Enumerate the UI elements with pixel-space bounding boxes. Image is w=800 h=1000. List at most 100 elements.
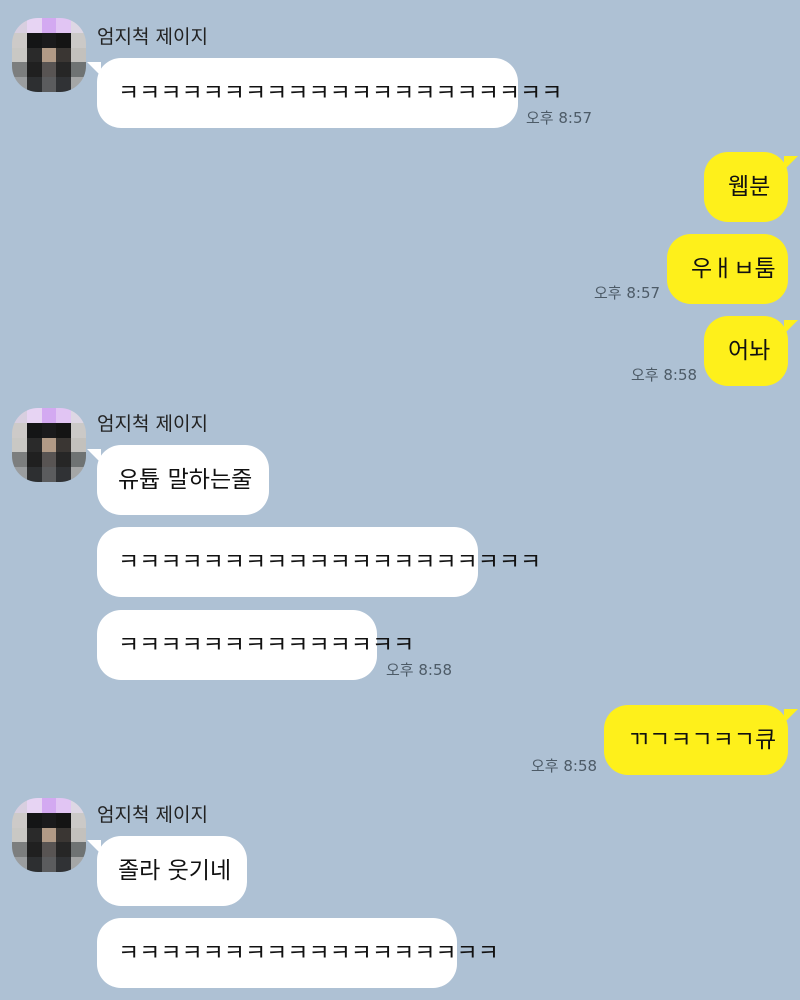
avatar-mosaic-tile (41, 18, 57, 33)
avatar-mosaic-tile (12, 857, 27, 872)
avatar-mosaic-tile (56, 18, 72, 33)
bubble-tail (87, 62, 101, 76)
contact-avatar[interactable] (12, 408, 86, 482)
avatar-mosaic-tile (56, 437, 72, 453)
message-timestamp: 오후 8:58 (531, 757, 598, 775)
avatar-mosaic-tile (71, 422, 86, 438)
avatar-mosaic-tile (41, 857, 57, 872)
avatar-mosaic-tile (56, 812, 72, 828)
avatar-mosaic-tile (71, 47, 86, 63)
avatar-mosaic-tile (56, 842, 72, 858)
message-bubble-received[interactable]: 졸라 웃기네 (87, 836, 247, 906)
avatar-mosaic-tile (71, 857, 86, 872)
message-text: ㅋㅋㅋㅋㅋㅋㅋㅋㅋㅋㅋㅋㅋㅋㅋㅋㅋㅋㅋㅋㅋ (118, 79, 563, 106)
avatar-mosaic-tile (12, 18, 27, 33)
avatar-mosaic-tile (26, 857, 42, 872)
avatar-mosaic-tile (26, 452, 42, 468)
avatar-mosaic-tile (12, 798, 27, 813)
avatar-mosaic-tile (41, 32, 57, 48)
avatar-mosaic-tile (56, 467, 72, 482)
avatar-mosaic-tile (56, 422, 72, 438)
message-text: ㄲㄱㅋㄱㅋㄱ큐 (628, 726, 777, 753)
avatar-mosaic-tile (41, 408, 57, 423)
avatar-mosaic-tile (26, 842, 42, 858)
avatar-mosaic-tile (41, 798, 57, 813)
message-bubble-received[interactable]: ㅋㅋㅋㅋㅋㅋㅋㅋㅋㅋㅋㅋㅋㅋㅋㅋㅋㅋ (97, 918, 499, 988)
avatar-mosaic-tile (12, 422, 27, 438)
message-text: 웹분 (728, 173, 771, 200)
avatar-mosaic-tile (71, 437, 86, 453)
avatar-mosaic-tile (41, 827, 57, 843)
contact-avatar[interactable] (12, 798, 86, 872)
avatar-mosaic-tile (56, 62, 72, 78)
message-text: ㅋㅋㅋㅋㅋㅋㅋㅋㅋㅋㅋㅋㅋㅋ (118, 631, 415, 658)
avatar-mosaic-tile (12, 812, 27, 828)
avatar-mosaic-tile (56, 77, 72, 92)
avatar-mosaic-tile (12, 47, 27, 63)
avatar-mosaic-tile (26, 18, 42, 33)
avatar-mosaic-tile (56, 857, 72, 872)
avatar-mosaic-tile (26, 827, 42, 843)
message-timestamp: 오후 8:58 (631, 366, 698, 384)
avatar-mosaic-tile (56, 32, 72, 48)
avatar-mosaic-tile (12, 467, 27, 482)
avatar-mosaic-tile (26, 408, 42, 423)
avatar-mosaic-tile (12, 842, 27, 858)
avatar-mosaic-tile (26, 798, 42, 813)
message-bubble-sent[interactable]: ㄲㄱㅋㄱㅋㄱ큐 (604, 705, 798, 775)
message-timestamp: 오후 8:57 (594, 284, 661, 302)
avatar-mosaic-tile (71, 798, 86, 813)
avatar-mosaic-tile (56, 47, 72, 63)
avatar-mosaic-tile (12, 408, 27, 423)
message-text: 유튭 말하는줄 (118, 466, 253, 493)
avatar-mosaic-tile (56, 827, 72, 843)
message-timestamp: 오후 8:57 (526, 109, 593, 127)
message-bubble-received[interactable]: ㅋㅋㅋㅋㅋㅋㅋㅋㅋㅋㅋㅋㅋㅋㅋㅋㅋㅋㅋㅋㅋ (87, 58, 562, 128)
avatar-mosaic-tile (41, 62, 57, 78)
avatar-mosaic-tile (71, 62, 86, 78)
message-bubble-sent[interactable]: 어놔 (704, 316, 798, 386)
message-bubble-received[interactable]: ㅋㅋㅋㅋㅋㅋㅋㅋㅋㅋㅋㅋㅋㅋ (97, 610, 414, 680)
avatar-mosaic-tile (41, 422, 57, 438)
contact-avatar[interactable] (12, 18, 86, 92)
avatar-mosaic-tile (12, 62, 27, 78)
avatar-mosaic-tile (12, 77, 27, 92)
avatar-mosaic-tile (71, 18, 86, 33)
message-text: 졸라 웃기네 (118, 857, 232, 884)
avatar-mosaic-tile (26, 32, 42, 48)
avatar-mosaic-tile (12, 452, 27, 468)
bubble-tail (784, 709, 798, 723)
sender-name: 엄지척 제이지 (97, 413, 208, 435)
message-bubble-sent[interactable]: 우ㅐㅂ툼 (667, 234, 788, 304)
avatar-mosaic-tile (41, 77, 57, 92)
avatar-mosaic-tile (12, 32, 27, 48)
avatar-mosaic-tile (56, 408, 72, 423)
avatar-mosaic-tile (71, 812, 86, 828)
message-text: 우ㅐㅂ툼 (691, 255, 776, 282)
avatar-mosaic-tile (71, 77, 86, 92)
sender-name: 엄지척 제이지 (97, 26, 208, 48)
avatar-mosaic-tile (41, 842, 57, 858)
avatar-mosaic-tile (26, 47, 42, 63)
bubble-tail (784, 156, 798, 170)
bubble-tail (87, 449, 101, 463)
avatar-mosaic-tile (12, 437, 27, 453)
avatar-mosaic-tile (26, 437, 42, 453)
avatar-mosaic-tile (26, 77, 42, 92)
bubble-tail (87, 840, 101, 854)
message-text: 어놔 (728, 337, 771, 364)
message-text: ㅋㅋㅋㅋㅋㅋㅋㅋㅋㅋㅋㅋㅋㅋㅋㅋㅋㅋ (118, 939, 499, 966)
avatar-mosaic-tile (71, 452, 86, 468)
avatar-mosaic-tile (71, 408, 86, 423)
message-bubble-sent[interactable]: 웹분 (704, 152, 798, 222)
bubble-tail (784, 320, 798, 334)
message-bubble-received[interactable]: 유튭 말하는줄 (87, 445, 269, 515)
avatar-mosaic-tile (26, 62, 42, 78)
avatar-mosaic-tile (26, 467, 42, 482)
avatar-mosaic-tile (41, 452, 57, 468)
avatar-mosaic-tile (71, 32, 86, 48)
avatar-mosaic-tile (12, 827, 27, 843)
message-bubble-received[interactable]: ㅋㅋㅋㅋㅋㅋㅋㅋㅋㅋㅋㅋㅋㅋㅋㅋㅋㅋㅋㅋ (97, 527, 541, 597)
avatar-mosaic-tile (56, 798, 72, 813)
avatar-mosaic-tile (26, 422, 42, 438)
